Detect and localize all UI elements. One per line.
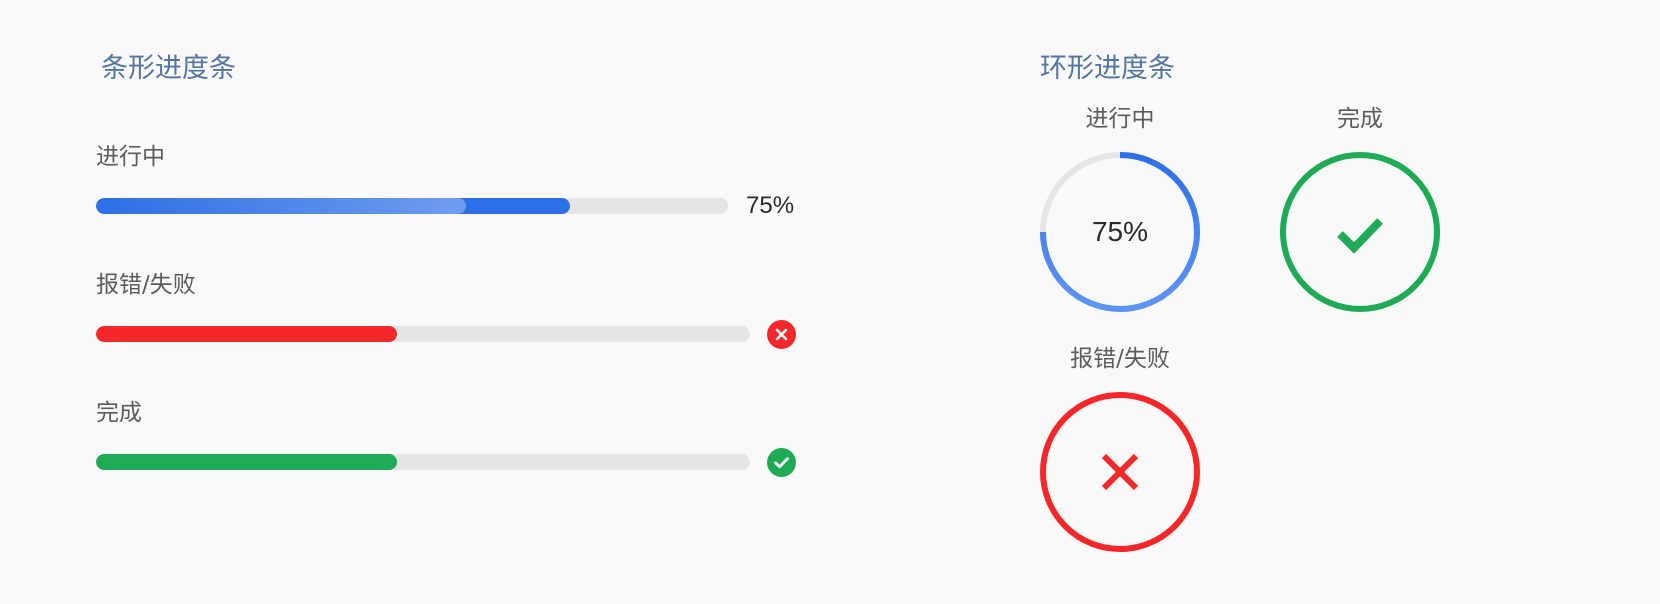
bar-in-progress-label: 进行中 [96,144,165,170]
ring-in-progress-percent: 75% [1091,216,1149,247]
check-icon [774,457,789,469]
bar-error-label: 报错/失败 [96,272,196,298]
bar-error-track [96,326,750,342]
ring-error-label: 报错/失败 [1070,346,1170,372]
ring-complete [1280,152,1440,312]
bar-complete-track [96,454,750,470]
error-status-icon [767,320,796,349]
bar-complete-fill [96,454,397,470]
check-icon [1337,218,1383,254]
bar-error-fill [96,326,397,342]
bar-complete-label: 完成 [96,400,142,426]
close-icon [1101,453,1139,491]
progress-showcase: 条形进度条 进行中 75% 报错/失败 完成 环形进度条 进行中 75% 完成 … [0,0,1660,604]
close-icon [775,328,788,341]
ring-complete-circle [1280,152,1440,312]
bar-in-progress-percent: 75% [746,192,795,219]
ring-error [1040,392,1200,552]
bar-in-progress-track [96,198,728,214]
ring-section-title: 环形进度条 [1040,53,1175,84]
ring-in-progress-label: 进行中 [1085,106,1155,132]
bar-in-progress-shine [96,198,466,214]
complete-status-icon [767,448,796,477]
ring-complete-label: 完成 [1337,106,1383,132]
bar-section-title: 条形进度条 [101,53,236,84]
